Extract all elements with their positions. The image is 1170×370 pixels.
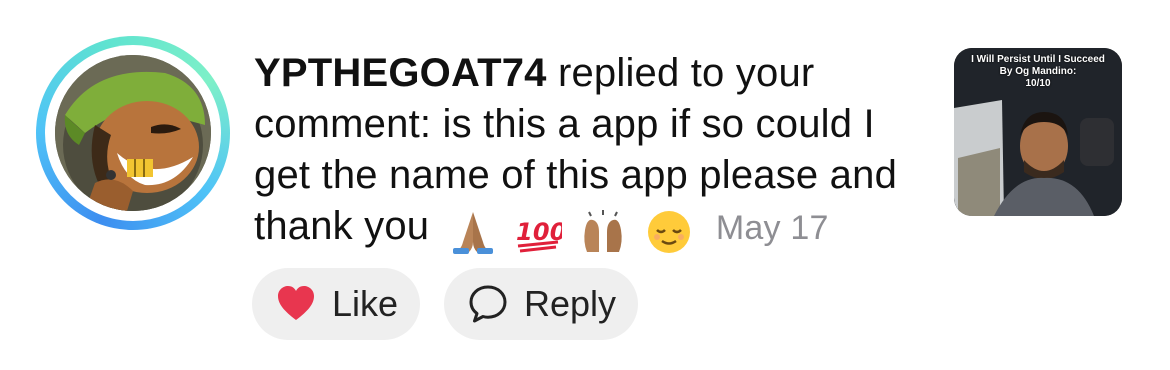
hundred-points-icon: 100: [514, 208, 566, 269]
caption-line-3: 10/10: [1025, 78, 1051, 89]
thumbnail-caption: I Will Persist Until I Succeed By Og Man…: [954, 54, 1122, 90]
raising-hands-icon: [579, 208, 627, 269]
post-thumbnail[interactable]: I Will Persist Until I Succeed By Og Man…: [954, 48, 1122, 216]
avatar[interactable]: [55, 55, 211, 211]
action-buttons: Like Reply: [252, 268, 638, 340]
speech-bubble-icon: [466, 282, 510, 326]
avatar-story-ring[interactable]: [36, 36, 230, 230]
praying-hands-icon: [449, 208, 497, 269]
reply-button[interactable]: Reply: [444, 268, 638, 340]
username-link[interactable]: YPTHEGOAT74: [254, 51, 547, 95]
emoji-row: 100: [449, 208, 699, 269]
heart-icon: [274, 282, 318, 326]
timestamp: May 17: [715, 209, 829, 247]
reply-label: Reply: [524, 283, 617, 324]
reply-notification[interactable]: YPTHEGOAT74 replied to your comment: is …: [0, 0, 1170, 370]
like-label: Like: [332, 283, 399, 324]
caption-line-1: I Will Persist Until I Succeed: [971, 54, 1105, 65]
caption-line-2: By Og Mandino:: [999, 66, 1077, 77]
notification-message: YPTHEGOAT74 replied to your comment: is …: [254, 48, 924, 269]
like-button[interactable]: Like: [252, 268, 420, 340]
cartoon-avatar-icon: [55, 55, 211, 211]
relieved-face-icon: [645, 208, 693, 269]
